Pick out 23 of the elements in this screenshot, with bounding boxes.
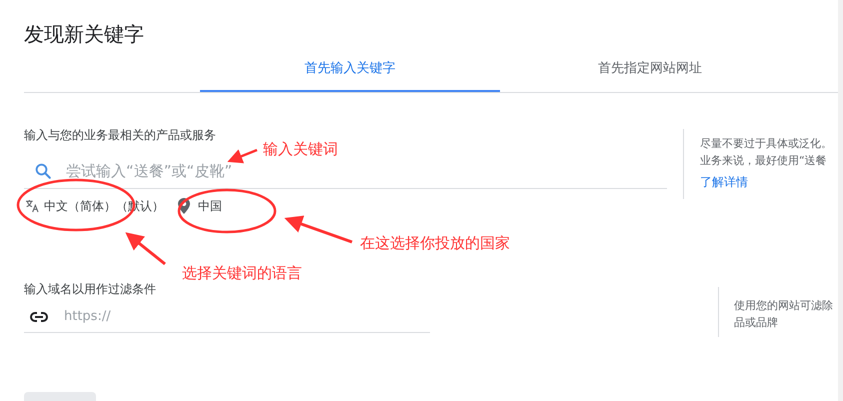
field-label: 输入与您的业务最相关的产品或服务 [24,127,216,143]
keyword-search-field[interactable]: 尝试输入“送餐”或“皮靴” [66,158,667,184]
annotation-text: 在这选择你投放的国家 [360,233,510,254]
tab[interactable]: 首先指定网站网址 [500,48,800,92]
link-icon [30,312,48,322]
hint-text: 业务来说，最好使用“送餐 [700,153,827,169]
location-selector[interactable]: 中国 [198,197,222,215]
field-label: 输入域名以用作过滤条件 [24,281,156,297]
location-pin-icon [178,198,190,214]
annotation-arrow [125,232,166,266]
url-field[interactable]: https:// [64,306,430,328]
annotation-text: 输入关键词 [263,139,338,160]
hint-text: 品或品牌 [734,315,778,331]
page-title: 发现新关键字 [24,21,144,48]
annotation-arrow [227,148,258,164]
annotation-arrow [284,216,352,244]
hint-text: 使用您的网站可滤除 [734,298,833,314]
learn-more-link[interactable]: 了解详情 [700,173,748,191]
translate-icon [24,198,40,214]
hint-text: 尽量不要过于具体或泛化。 [700,136,832,152]
annotation-text: 选择关键词的语言 [182,263,302,284]
search-icon [34,162,52,180]
tab[interactable]: 首先输入关键字 [200,48,500,92]
